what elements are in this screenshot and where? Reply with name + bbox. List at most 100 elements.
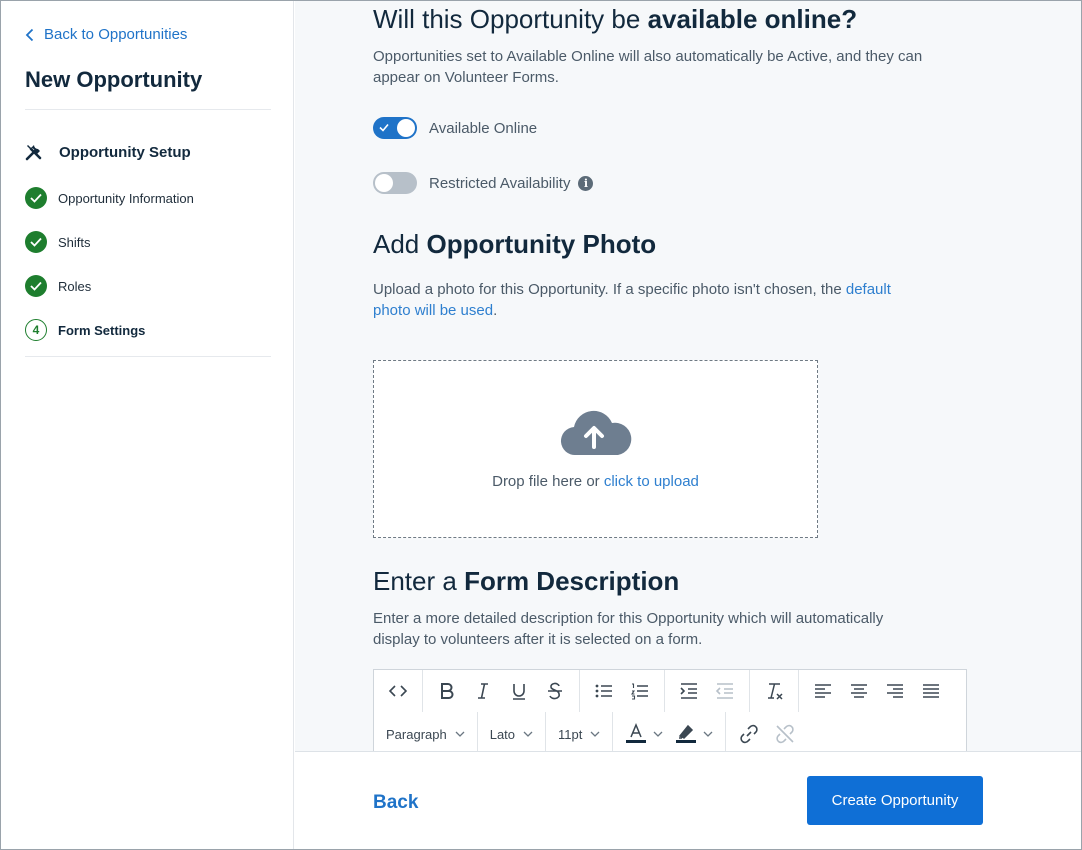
italic-icon (478, 683, 488, 699)
paragraph-format-select[interactable]: Paragraph (374, 712, 478, 756)
unlink-icon[interactable] (774, 723, 796, 745)
outdent-button[interactable] (707, 676, 743, 706)
toolbar-group (750, 670, 799, 712)
chevron-down-icon (455, 731, 465, 737)
back-button[interactable]: Back (373, 792, 418, 814)
font-size-select[interactable]: 11pt (546, 712, 614, 756)
divider (25, 109, 271, 110)
opportunity-setup-header: Opportunity Setup (25, 143, 191, 161)
toolbar-group (799, 670, 955, 712)
numbered-list-button[interactable] (622, 676, 658, 706)
available-online-toggle[interactable] (373, 117, 417, 139)
form-description-text: Enter a more detailed description for th… (373, 610, 884, 648)
rich-text-editor: Paragraph Lato 11pt (373, 669, 967, 759)
divider (25, 356, 271, 357)
restricted-availability-label: Restricted Availability (429, 174, 571, 192)
drop-text: Drop file here or click to upload (374, 473, 817, 490)
step-number: 4 (25, 319, 47, 341)
available-online-heading: Will this Opportunity be available onlin… (373, 4, 857, 35)
step-opportunity-information[interactable]: Opportunity Information (25, 187, 194, 209)
align-right-button[interactable] (877, 676, 913, 706)
page-title: New Opportunity (25, 67, 203, 92)
chevron-down-icon[interactable] (653, 731, 663, 737)
code-icon (388, 685, 408, 697)
opportunity-setup-label: Opportunity Setup (59, 143, 191, 161)
heading-bold-text: Opportunity Photo (426, 229, 657, 259)
sidebar: Back to Opportunities New Opportunity Op… (1, 1, 294, 849)
step-label: Roles (58, 278, 92, 294)
clear-formatting-icon (768, 683, 783, 700)
align-center-icon (851, 684, 867, 698)
restricted-availability-row: Restricted Availability i (373, 172, 594, 194)
back-to-opportunities-link[interactable]: Back to Opportunities (25, 26, 187, 43)
photo-description: Upload a photo for this Opportunity. If … (373, 279, 918, 321)
highlight-color-icon[interactable] (675, 723, 697, 745)
heading-bold-text: Form Description (464, 566, 680, 596)
step-shifts[interactable]: Shifts (25, 231, 91, 253)
add-photo-heading: Add Opportunity Photo (373, 229, 656, 260)
heading-text: Enter a (373, 566, 465, 596)
photo-dropzone[interactable]: Drop file here or click to upload (373, 360, 818, 538)
heading-text: Will this Opportunity be (373, 4, 648, 34)
align-center-button[interactable] (841, 676, 877, 706)
chevron-left-icon (25, 28, 34, 41)
toolbar-group (423, 670, 580, 712)
indent-icon (680, 683, 697, 699)
photo-description-end: . (493, 302, 498, 319)
text-color-icon[interactable] (625, 723, 647, 745)
info-icon[interactable]: i (578, 175, 594, 191)
align-right-icon (887, 684, 903, 698)
check-icon (25, 275, 47, 297)
text-color-group (613, 712, 727, 756)
align-justify-icon (923, 684, 939, 698)
step-roles[interactable]: Roles (25, 275, 91, 297)
step-label: Shifts (58, 234, 91, 250)
numbered-list-icon (630, 683, 648, 700)
check-icon (379, 123, 389, 132)
step-form-settings[interactable]: 4 Form Settings (25, 319, 145, 341)
strikethrough-button[interactable] (537, 676, 573, 706)
toolbar-group (374, 670, 423, 712)
source-code-button[interactable] (380, 676, 416, 706)
font-size-value: 11pt (558, 726, 583, 742)
bullet-list-icon (595, 684, 612, 698)
align-justify-button[interactable] (913, 676, 949, 706)
paragraph-format-value: Paragraph (386, 726, 447, 742)
tools-icon (25, 145, 42, 161)
indent-button[interactable] (671, 676, 707, 706)
heading-bold-text: available online? (647, 4, 858, 34)
click-to-upload-link[interactable]: click to upload (604, 473, 699, 490)
bold-icon (441, 683, 454, 699)
underline-icon (513, 684, 525, 700)
chevron-down-icon (523, 731, 533, 737)
cloud-upload-icon (560, 410, 632, 456)
back-link-label: Back to Opportunities (44, 26, 188, 43)
form-description-heading: Enter a Form Description (373, 566, 679, 597)
align-left-icon (815, 684, 831, 698)
restricted-availability-toggle[interactable] (373, 172, 417, 194)
step-label: Opportunity Information (58, 190, 194, 206)
bold-button[interactable] (429, 676, 465, 706)
italic-button[interactable] (465, 676, 501, 706)
link-icon[interactable] (738, 723, 760, 745)
font-family-value: Lato (489, 726, 516, 742)
outdent-icon (715, 683, 733, 699)
drop-text-label: Drop file here or (492, 473, 604, 490)
underline-button[interactable] (501, 676, 537, 706)
font-family-select[interactable]: Lato (478, 712, 547, 756)
main-content: Will this Opportunity be available onlin… (295, 1, 1081, 849)
available-online-description: Opportunities set to Available Online wi… (373, 48, 923, 86)
photo-description-text: Upload a photo for this Opportunity. If … (373, 281, 846, 298)
strikethrough-icon (548, 682, 562, 700)
bullet-list-button[interactable] (586, 676, 622, 706)
chevron-down-icon[interactable] (703, 731, 713, 737)
footer-bar: Back Create Opportunity (295, 751, 1081, 849)
chevron-down-icon (590, 731, 600, 737)
align-left-button[interactable] (805, 676, 841, 706)
clear-formatting-button[interactable] (756, 676, 792, 706)
toolbar-group (665, 670, 750, 712)
check-icon (25, 231, 47, 253)
create-opportunity-button[interactable]: Create Opportunity (807, 776, 983, 825)
editor-toolbar-row (374, 670, 966, 712)
toolbar-group (580, 670, 665, 712)
